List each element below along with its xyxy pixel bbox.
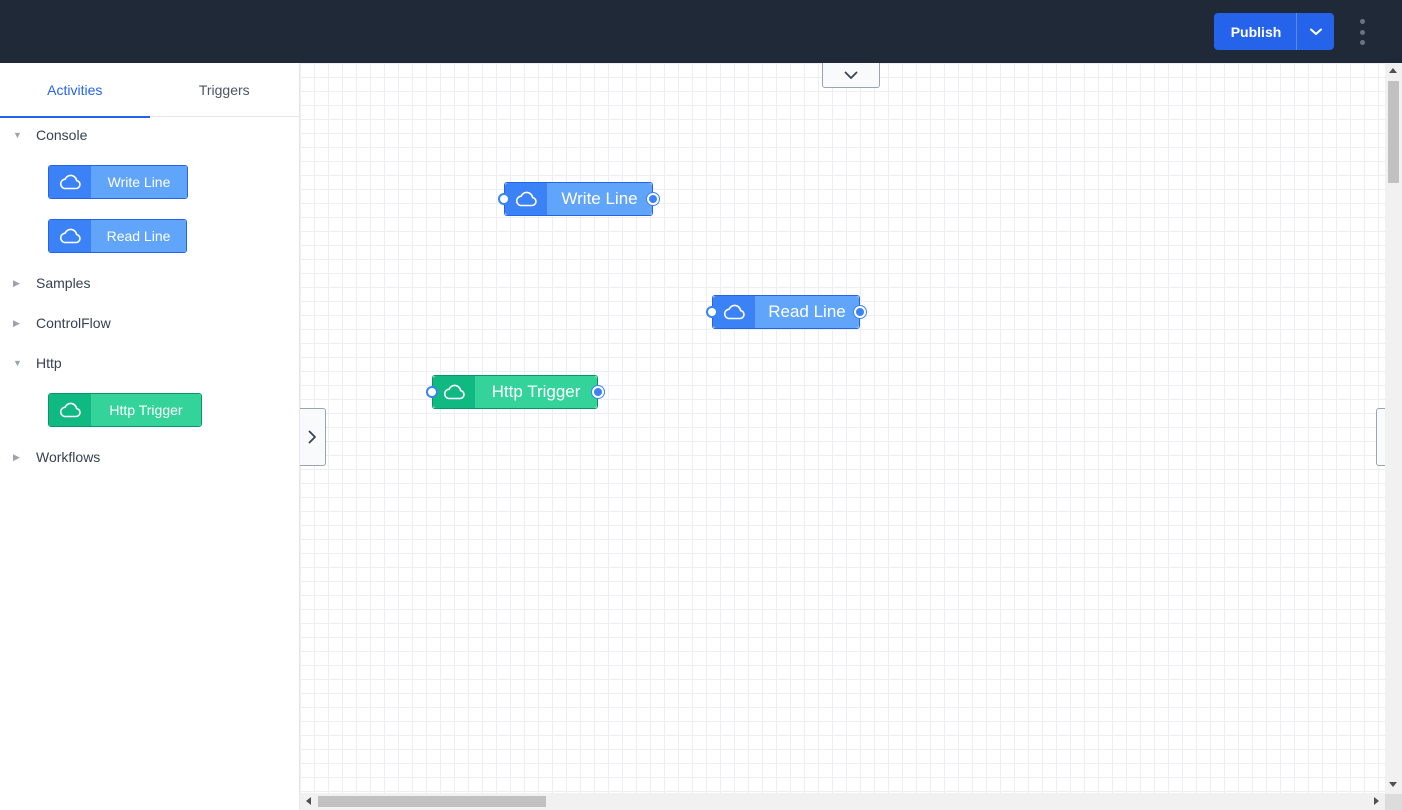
category-controlflow[interactable]: ▶ ControlFlow (0, 311, 299, 335)
publish-dropdown-toggle[interactable] (1296, 13, 1334, 50)
expand-left-panel-button[interactable] (300, 408, 326, 466)
scroll-right-arrow-icon[interactable] (1374, 797, 1379, 805)
cloud-icon (59, 228, 81, 244)
publish-button[interactable]: Publish (1214, 13, 1296, 50)
activity-http-trigger[interactable]: Http Trigger (48, 393, 202, 427)
cloud-icon (59, 402, 81, 418)
cloud-icon (723, 304, 745, 320)
canvas-node-read-line[interactable]: Read Line (706, 295, 866, 329)
publish-split-button: Publish (1214, 13, 1334, 50)
vertical-scroll-thumb[interactable] (1388, 81, 1399, 183)
sidebar-tabs: Activities Triggers (0, 63, 300, 118)
activity-read-line[interactable]: Read Line (48, 219, 187, 253)
expand-right-panel-button[interactable] (1376, 408, 1385, 466)
chevron-right-icon (308, 430, 316, 444)
workflow-canvas[interactable]: Write Line Read Line Http Trigger (300, 63, 1385, 794)
chevron-down-icon (844, 71, 858, 79)
activities-sidebar: Activities Triggers ▼ Console Write Line… (0, 63, 300, 810)
cloud-icon (443, 384, 465, 400)
kebab-dot-icon (1359, 29, 1365, 35)
category-http[interactable]: ▼ Http (0, 351, 299, 375)
output-port[interactable] (854, 306, 866, 318)
input-port[interactable] (426, 386, 438, 398)
category-console[interactable]: ▼ Console (0, 123, 299, 147)
canvas-node-http-trigger[interactable]: Http Trigger (426, 375, 604, 409)
kebab-dot-icon (1359, 40, 1365, 45)
more-options-button[interactable] (1352, 17, 1372, 47)
scrollbar-corner (1385, 794, 1402, 810)
horizontal-scrollbar[interactable] (300, 793, 1385, 810)
category-label: Samples (36, 275, 91, 291)
category-label: Http (36, 355, 62, 371)
caret-down-icon: ▼ (13, 358, 22, 368)
node-label: Write Line (547, 183, 652, 215)
activity-write-line[interactable]: Write Line (48, 165, 188, 199)
chevron-down-icon (1309, 28, 1322, 35)
node-label: Http Trigger (475, 376, 597, 408)
input-port[interactable] (498, 193, 510, 205)
vertical-scrollbar[interactable] (1385, 63, 1402, 794)
scroll-up-arrow-icon[interactable] (1389, 68, 1397, 73)
horizontal-scroll-thumb[interactable] (318, 796, 546, 807)
activity-label: Write Line (91, 166, 187, 198)
tab-activities[interactable]: Activities (0, 63, 150, 118)
caret-down-icon: ▼ (13, 130, 22, 140)
caret-right-icon: ▶ (13, 451, 20, 462)
scroll-left-arrow-icon[interactable] (306, 797, 311, 805)
top-bar: Publish (0, 0, 1402, 63)
category-samples[interactable]: ▶ Samples (0, 271, 299, 295)
output-port[interactable] (647, 193, 659, 205)
output-port[interactable] (592, 386, 604, 398)
caret-right-icon: ▶ (13, 277, 20, 288)
input-port[interactable] (706, 306, 718, 318)
category-workflows[interactable]: ▶ Workflows (0, 445, 299, 469)
kebab-dot-icon (1359, 19, 1365, 24)
category-label: ControlFlow (36, 315, 111, 331)
canvas-node-write-line[interactable]: Write Line (498, 182, 659, 216)
cloud-icon (515, 191, 537, 207)
cloud-icon (59, 174, 81, 190)
activity-label: Read Line (91, 220, 186, 252)
caret-right-icon: ▶ (13, 317, 20, 328)
node-label: Read Line (755, 296, 859, 328)
toggle-top-panel-button[interactable] (822, 63, 880, 88)
scroll-down-arrow-icon[interactable] (1389, 782, 1397, 787)
category-label: Console (36, 127, 88, 143)
tab-triggers[interactable]: Triggers (150, 63, 300, 117)
activity-label: Http Trigger (91, 394, 201, 426)
category-label: Workflows (36, 449, 101, 465)
